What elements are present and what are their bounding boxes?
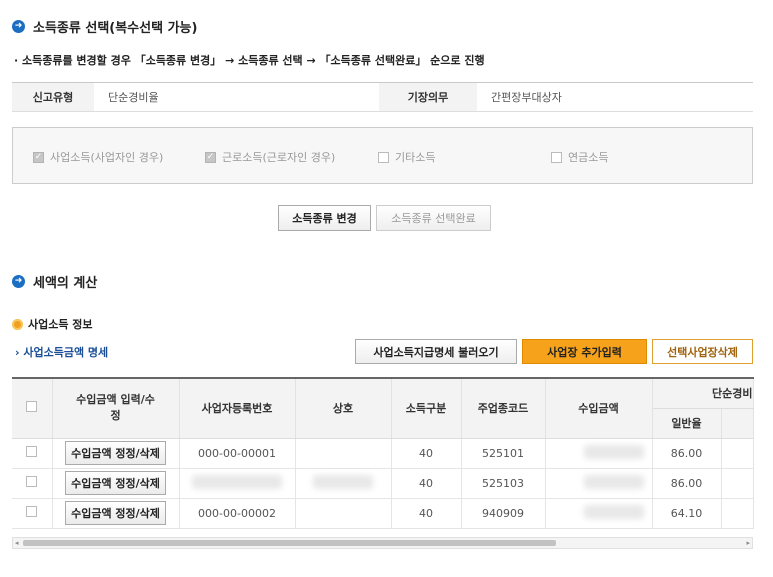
header-industry-code: 주업종코드 [461, 377, 546, 439]
revenue-cell [545, 468, 653, 499]
checkbox-icon[interactable] [378, 151, 389, 163]
table-row: 수입금액 정정/삭제 40 525103 86.00 [12, 468, 754, 499]
income-type-selector: ✓ 사업소득(사업자인 경우) ✓ 근로소득(근로자인 경우) 기타소득 연금소… [12, 127, 753, 184]
edit-revenue-button[interactable]: 수입금액 정정/삭제 [65, 501, 166, 525]
revenue-cell [545, 438, 653, 469]
bookkeeping-label: 기장의무 [379, 83, 477, 111]
header-extra [721, 408, 754, 439]
rate-cell: 86.00 [652, 438, 722, 469]
income-type-earned[interactable]: ✓ 근로소득(근로자인 경우) [205, 149, 335, 165]
delete-business-button[interactable]: 선택사업장삭제 [652, 339, 753, 364]
add-business-button[interactable]: 사업장 추가입력 [522, 339, 647, 364]
company-cell [295, 438, 392, 469]
scroll-thumb[interactable] [23, 540, 556, 546]
income-class-cell: 40 [391, 468, 462, 499]
section-title-tax-calc: ➜ 세액의 계산 [12, 272, 97, 291]
income-type-business[interactable]: ✓ 사업소득(사업자인 경우) [33, 149, 163, 165]
bookkeeping-value: 간편장부대상자 [491, 91, 562, 104]
notice-text: · 소득종류를 변경할 경우 「소득종류 변경」 → 소득종류 선택 → 「소득… [14, 54, 485, 67]
reg-no-cell [179, 468, 296, 499]
info-table: 신고유형 단순경비율 기장의무 간편장부대상자 [12, 82, 753, 112]
table-row: 수입금액 정정/삭제 000-00-00001 40 525101 86.00 [12, 438, 754, 469]
change-income-type-button[interactable]: 소득종류 변경 [278, 205, 371, 231]
income-class-cell: 40 [391, 438, 462, 469]
header-revenue: 수입금액 [545, 377, 653, 439]
header-income-class: 소득구분 [391, 377, 462, 439]
report-type-label: 신고유형 [12, 83, 94, 111]
rate-cell: 86.00 [652, 468, 722, 499]
business-income-statement-link[interactable]: › 사업소득금액 명세 [15, 344, 108, 360]
section-title-text: 세액의 계산 [33, 276, 98, 291]
checkbox-icon[interactable] [26, 401, 38, 413]
reg-no-cell: 000-00-00001 [179, 438, 296, 469]
business-income-table: 수입금액 입력/수정 사업자등록번호 상호 소득구분 주업종코드 수입금액 단순… [12, 377, 754, 529]
scroll-right-icon[interactable]: ▸ [746, 539, 750, 547]
horizontal-scrollbar[interactable]: ◂ ▸ [12, 537, 753, 549]
company-cell [295, 468, 392, 499]
section-title-text: 소득종류 선택(복수선택 가능) [33, 21, 198, 36]
income-type-other[interactable]: 기타소득 [378, 149, 435, 165]
header-general-rate: 일반율 [652, 408, 722, 439]
rate-cell: 64.10 [652, 498, 722, 529]
checkbox-icon[interactable]: ✓ [205, 151, 216, 163]
section-title-income-type: ➜ 소득종류 선택(복수선택 가능) [12, 17, 197, 36]
complete-selection-button[interactable]: 소득종류 선택완료 [376, 205, 491, 231]
arrow-circle-icon: ➜ [12, 275, 25, 288]
industry-code-cell: 525101 [461, 438, 546, 469]
bullet-icon [12, 318, 23, 330]
header-revenue-edit: 수입금액 입력/수정 [52, 377, 180, 439]
header-reg-no: 사업자등록번호 [179, 377, 296, 439]
industry-code-cell: 525103 [461, 468, 546, 499]
business-income-info-title: 사업소득 정보 [12, 316, 93, 332]
industry-code-cell: 940909 [461, 498, 546, 529]
header-company: 상호 [295, 377, 392, 439]
select-all-header [12, 377, 53, 439]
company-cell [295, 498, 392, 529]
income-type-pension[interactable]: 연금소득 [551, 149, 608, 165]
revenue-cell [545, 498, 653, 529]
header-simple-expense: 단순경비 [652, 377, 754, 409]
checkbox-icon[interactable] [551, 151, 562, 163]
report-type-value: 단순경비율 [108, 91, 159, 104]
load-statement-button[interactable]: 사업소득지급명세 불러오기 [355, 339, 517, 364]
checkbox-icon[interactable] [26, 506, 38, 517]
edit-revenue-button[interactable]: 수입금액 정정/삭제 [65, 441, 166, 465]
scroll-left-icon[interactable]: ◂ [15, 539, 19, 547]
arrow-circle-icon: ➜ [12, 20, 25, 33]
checkbox-icon[interactable] [26, 476, 38, 487]
reg-no-cell: 000-00-00002 [179, 498, 296, 529]
checkbox-icon[interactable]: ✓ [33, 151, 44, 163]
table-row: 수입금액 정정/삭제 000-00-00002 40 940909 64.10 [12, 498, 754, 529]
edit-revenue-button[interactable]: 수입금액 정정/삭제 [65, 471, 166, 495]
income-class-cell: 40 [391, 498, 462, 529]
checkbox-icon[interactable] [26, 446, 38, 457]
